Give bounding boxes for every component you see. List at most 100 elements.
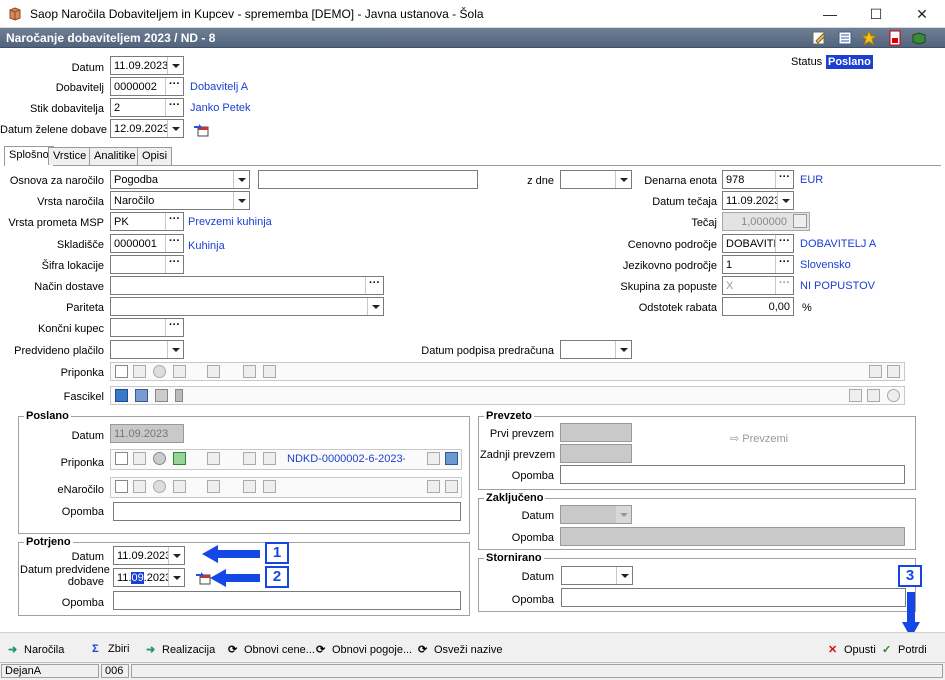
- zelena-dobava-field[interactable]: 12.09.2023: [110, 119, 184, 138]
- obnovi-cene-button[interactable]: ⟳ Obnovi cene...: [228, 643, 315, 656]
- link-icon[interactable]: [153, 452, 166, 465]
- new-document-icon[interactable]: [115, 452, 128, 465]
- podpis-field[interactable]: [560, 340, 632, 359]
- scan-icon[interactable]: [243, 365, 256, 378]
- vrsta-select[interactable]: Naročilo: [110, 191, 250, 210]
- save-document-icon[interactable]: [173, 452, 186, 465]
- ellipsis-icon[interactable]: ···: [365, 277, 383, 294]
- stornirano-opomba-field[interactable]: [561, 588, 906, 607]
- opusti-button[interactable]: ✕ Opusti: [828, 643, 876, 656]
- lokacija-field[interactable]: ···: [110, 255, 184, 274]
- vrsta-prometa-field[interactable]: PK ···: [110, 212, 184, 231]
- tab-opisi[interactable]: Opisi: [137, 147, 173, 165]
- jezik-field[interactable]: 1 ···: [722, 255, 794, 274]
- cenovno-field[interactable]: DOBAVITELJ ···: [722, 234, 794, 253]
- new-document-icon[interactable]: [115, 480, 128, 493]
- chevron-down-icon[interactable]: [167, 57, 183, 74]
- scan-icon[interactable]: [243, 452, 256, 465]
- ellipsis-icon[interactable]: ···: [165, 256, 183, 273]
- import-icon[interactable]: [887, 365, 900, 378]
- export-icon[interactable]: [869, 365, 882, 378]
- prevzeto-opomba-field[interactable]: [560, 465, 905, 484]
- close-button[interactable]: ✕: [899, 0, 945, 28]
- potrjeno-dobava-field[interactable]: 11.09.2023: [113, 568, 185, 587]
- edit-document-icon[interactable]: [133, 480, 146, 493]
- koncni-field[interactable]: ···: [110, 318, 184, 337]
- maximize-button[interactable]: ☐: [853, 0, 899, 28]
- pdf-export-icon[interactable]: [887, 30, 903, 46]
- edit-note-icon[interactable]: [811, 30, 827, 46]
- sign-icon[interactable]: [207, 452, 220, 465]
- enota-field[interactable]: 978 ···: [722, 170, 794, 189]
- document-list-icon[interactable]: [837, 30, 853, 46]
- sign-icon[interactable]: [207, 480, 220, 493]
- chevron-down-icon[interactable]: [167, 341, 183, 358]
- dobavitelj-field[interactable]: 0000002 ···: [110, 77, 184, 96]
- ellipsis-icon[interactable]: ···: [775, 256, 793, 273]
- save-document-icon[interactable]: [173, 480, 186, 493]
- osvezi-button[interactable]: ⟳ Osveži nazive: [418, 643, 502, 656]
- potrjeno-datum-field[interactable]: 11.09.2023: [113, 546, 185, 565]
- ellipsis-icon[interactable]: ···: [165, 235, 183, 252]
- favorite-star-icon[interactable]: [861, 30, 877, 46]
- obnovi-pogoje-button[interactable]: ⟳ Obnovi pogoje...: [316, 643, 412, 656]
- chevron-down-icon[interactable]: [167, 120, 183, 137]
- scan-icon[interactable]: [243, 480, 256, 493]
- osnova-extra-field[interactable]: [258, 170, 478, 189]
- tecaj-datum-field[interactable]: 11.09.2023: [722, 191, 794, 210]
- tab-vrstice[interactable]: Vrstice: [48, 147, 92, 165]
- chevron-down-icon[interactable]: [777, 192, 793, 209]
- calendar-arrow-icon[interactable]: [193, 121, 209, 137]
- ellipsis-icon[interactable]: ···: [165, 99, 183, 116]
- chevron-down-icon[interactable]: [615, 341, 631, 358]
- pariteta-select[interactable]: [110, 297, 384, 316]
- lock-icon[interactable]: [263, 452, 276, 465]
- narocila-button[interactable]: ➜ Naročila: [8, 643, 64, 656]
- save-document-icon[interactable]: [173, 365, 186, 378]
- chevron-down-icon[interactable]: [168, 569, 184, 586]
- nacin-field[interactable]: ···: [110, 276, 384, 295]
- potrdi-button[interactable]: ✓ Potrdi: [882, 643, 927, 656]
- stornirano-datum-field[interactable]: [561, 566, 633, 585]
- skladisce-field[interactable]: 0000001 ···: [110, 234, 184, 253]
- chevron-down-icon[interactable]: [616, 567, 632, 584]
- refresh-icon[interactable]: [887, 389, 900, 402]
- stik-field[interactable]: 2 ···: [110, 98, 184, 117]
- ellipsis-icon[interactable]: ···: [165, 319, 183, 336]
- chevron-down-icon[interactable]: [168, 547, 184, 564]
- poslano-opomba-field[interactable]: [113, 502, 461, 521]
- datum-field[interactable]: 11.09.2023: [110, 56, 184, 75]
- realizacija-button[interactable]: ➜ Realizacija: [146, 643, 215, 656]
- poslano-priponka-file[interactable]: NDKD-0000002-6-2023-ND: [287, 453, 405, 465]
- minimize-button[interactable]: —: [807, 0, 853, 28]
- ellipsis-icon[interactable]: ···: [775, 235, 793, 252]
- ellipsis-icon[interactable]: ···: [165, 213, 183, 230]
- new-document-icon[interactable]: [115, 365, 128, 378]
- ellipsis-icon[interactable]: ···: [775, 171, 793, 188]
- list-icon[interactable]: [867, 389, 880, 402]
- chevron-down-icon[interactable]: [233, 171, 249, 188]
- tab-analitike[interactable]: Analitike: [89, 147, 141, 165]
- lock-icon[interactable]: [263, 365, 276, 378]
- chevron-down-icon[interactable]: [367, 298, 383, 315]
- binder-icon[interactable]: [175, 389, 183, 402]
- export-icon[interactable]: [427, 480, 440, 493]
- zbiri-button[interactable]: Σ Zbiri: [92, 643, 129, 655]
- folder-icon[interactable]: [155, 389, 168, 402]
- edit-document-icon[interactable]: [133, 365, 146, 378]
- book-icon[interactable]: [911, 30, 927, 46]
- link-icon[interactable]: [153, 365, 166, 378]
- lock-icon[interactable]: [263, 480, 276, 493]
- potrjeno-opomba-field[interactable]: [113, 591, 461, 610]
- folder-stack-icon[interactable]: [135, 389, 148, 402]
- tab-splosno[interactable]: Splošno: [4, 146, 54, 166]
- edit-document-icon[interactable]: [133, 452, 146, 465]
- ellipsis-icon[interactable]: ···: [165, 78, 183, 95]
- import-icon[interactable]: [445, 480, 458, 493]
- placilo-select[interactable]: [110, 340, 184, 359]
- add-folder-icon[interactable]: [115, 389, 128, 402]
- popust-field[interactable]: X ···: [722, 276, 794, 295]
- ellipsis-icon[interactable]: ···: [775, 277, 793, 294]
- sign-icon[interactable]: [207, 365, 220, 378]
- export-icon[interactable]: [427, 452, 440, 465]
